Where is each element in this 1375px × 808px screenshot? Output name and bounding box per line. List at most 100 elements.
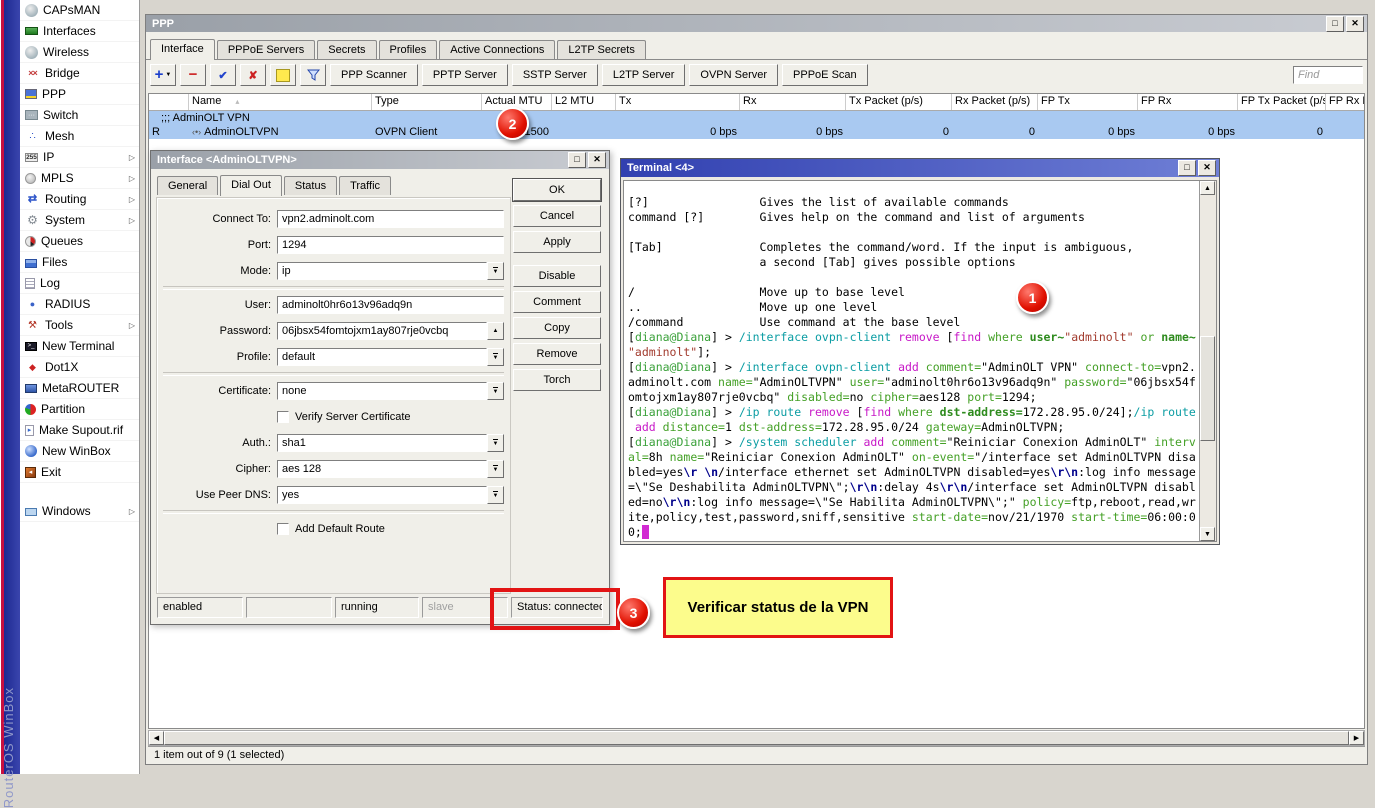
sidebar-item-interfaces[interactable]: Interfaces	[20, 21, 139, 42]
tab-interface[interactable]: Interface	[150, 39, 215, 60]
mode-field[interactable]: ip	[277, 262, 487, 280]
close-icon[interactable]: ✕	[1198, 160, 1216, 176]
horizontal-scrollbar[interactable]: ◀ ▶	[148, 730, 1365, 746]
sidebar-item-ppp[interactable]: PPP	[20, 84, 139, 105]
sidebar-item-radius[interactable]: ●RADIUS	[20, 294, 139, 315]
ovpn-server-button[interactable]: OVPN Server	[689, 64, 778, 86]
profile-field[interactable]: default	[277, 348, 487, 366]
ppp-scanner-button[interactable]: PPP Scanner	[330, 64, 418, 86]
column-header-fp-rx[interactable]: FP Rx	[1138, 94, 1238, 110]
close-icon[interactable]: ✕	[1346, 16, 1364, 32]
tab-active-connections[interactable]: Active Connections	[439, 40, 555, 59]
column-header-tx-packet-p-s[interactable]: Tx Packet (p/s)	[846, 94, 952, 110]
sidebar-item-partition[interactable]: Partition	[20, 399, 139, 420]
column-header-rx-packet-p-s[interactable]: Rx Packet (p/s)	[952, 94, 1038, 110]
sidebar-item-capsman[interactable]: CAPsMAN	[20, 0, 139, 21]
sidebar-item-log[interactable]: Log	[20, 273, 139, 294]
user-field[interactable]: adminolt0hr6o13v96adq9n	[277, 296, 504, 314]
remove-button[interactable]: Remove	[513, 343, 601, 365]
ppp-window-titlebar[interactable]: PPP □ ✕	[146, 15, 1367, 32]
sidebar-item-windows[interactable]: Windows▷	[20, 501, 139, 522]
sidebar-item-mesh[interactable]: ∴Mesh	[20, 126, 139, 147]
find-input[interactable]	[1293, 66, 1363, 84]
profile-dropdown-button[interactable]: ▼	[487, 348, 504, 366]
terminal-body[interactable]: [?] Gives the list of available commands…	[623, 180, 1217, 542]
disable-button[interactable]: ✘	[240, 64, 266, 86]
tab-profiles[interactable]: Profiles	[379, 40, 438, 59]
sidebar-item-queues[interactable]: Queues	[20, 231, 139, 252]
comment-button[interactable]: Comment	[513, 291, 601, 313]
certificate-field[interactable]: none	[277, 382, 487, 400]
scroll-right-icon[interactable]: ▶	[1349, 731, 1364, 745]
maximize-icon[interactable]: □	[1178, 160, 1196, 176]
add-button[interactable]: +▼	[150, 64, 176, 86]
column-header-tx[interactable]: Tx	[616, 94, 740, 110]
dialog-tab-status[interactable]: Status	[284, 176, 337, 195]
scroll-left-icon[interactable]: ◀	[149, 731, 164, 745]
column-header-fp-rx-pa[interactable]: FP Rx Pa	[1326, 94, 1365, 110]
sidebar-item-dot1x[interactable]: ◆Dot1X	[20, 357, 139, 378]
enable-button[interactable]: ✔	[210, 64, 236, 86]
pptp-server-button[interactable]: PPTP Server	[422, 64, 508, 86]
dialog-tab-dial-out[interactable]: Dial Out	[220, 175, 282, 196]
sidebar-item-system[interactable]: ⚙System▷	[20, 210, 139, 231]
connect-to-field[interactable]: vpn2.adminolt.com	[277, 210, 504, 228]
comment-button[interactable]	[270, 64, 296, 86]
tab-l2tp-secrets[interactable]: L2TP Secrets	[557, 40, 645, 59]
filter-button[interactable]	[300, 64, 326, 86]
add-default-route-checkbox[interactable]	[277, 523, 289, 535]
mode-dropdown-button[interactable]: ▼	[487, 262, 504, 280]
column-header-flag[interactable]	[149, 94, 189, 110]
sidebar-item-metarouter[interactable]: MetaROUTER	[20, 378, 139, 399]
column-header-rx[interactable]: Rx	[740, 94, 846, 110]
sidebar-item-wireless[interactable]: Wireless	[20, 42, 139, 63]
torch-button[interactable]: Torch	[513, 369, 601, 391]
sidebar-item-make-supout-rif[interactable]: ▸Make Supout.rif	[20, 420, 139, 441]
column-header-fp-tx[interactable]: FP Tx	[1038, 94, 1138, 110]
vertical-scrollbar[interactable]: ▲ ▼	[1199, 181, 1216, 541]
maximize-icon[interactable]: □	[1326, 16, 1344, 32]
maximize-icon[interactable]: □	[568, 152, 586, 168]
column-header-l2-mtu[interactable]: L2 MTU	[552, 94, 616, 110]
scroll-down-icon[interactable]: ▼	[1200, 527, 1215, 541]
sidebar-item-exit[interactable]: ◂Exit	[20, 462, 139, 483]
certificate-dropdown-button[interactable]: ▼	[487, 382, 504, 400]
sidebar-item-new-terminal[interactable]: >_New Terminal	[20, 336, 139, 357]
terminal-titlebar[interactable]: Terminal <4> □ ✕	[621, 159, 1219, 177]
ok-button[interactable]: OK	[513, 179, 601, 201]
dialog-tab-general[interactable]: General	[157, 176, 218, 195]
use-peer-dns-dropdown-button[interactable]: ▼	[487, 486, 504, 504]
close-icon[interactable]: ✕	[588, 152, 606, 168]
remove-button[interactable]: −	[180, 64, 206, 86]
l2tp-server-button[interactable]: L2TP Server	[602, 64, 686, 86]
sstp-server-button[interactable]: SSTP Server	[512, 64, 598, 86]
scrollbar-thumb[interactable]	[164, 731, 1349, 745]
dialog-tab-traffic[interactable]: Traffic	[339, 176, 391, 195]
column-header-fp-tx-packet-p-s[interactable]: FP Tx Packet (p/s)	[1238, 94, 1326, 110]
tab-pppoe-servers[interactable]: PPPoE Servers	[217, 40, 315, 59]
copy-button[interactable]: Copy	[513, 317, 601, 339]
cipher-field[interactable]: aes 128	[277, 460, 487, 478]
scroll-up-icon[interactable]: ▲	[1200, 181, 1215, 195]
table-row-comment[interactable]: ;;; AdminOLT VPN	[149, 111, 1364, 125]
password-up-button[interactable]: ▲	[487, 322, 504, 340]
auth-dropdown-button[interactable]: ▼	[487, 434, 504, 452]
tab-secrets[interactable]: Secrets	[317, 40, 376, 59]
scrollbar-thumb[interactable]	[1200, 336, 1215, 441]
password-field[interactable]: 06jbsx54fomtojxm1ay807rje0vcbq	[277, 322, 487, 340]
apply-button[interactable]: Apply	[513, 231, 601, 253]
sidebar-item-routing[interactable]: ⇄Routing▷	[20, 189, 139, 210]
sidebar-item-tools[interactable]: ⚒Tools▷	[20, 315, 139, 336]
verify-server-certificate-checkbox[interactable]	[277, 411, 289, 423]
table-row[interactable]: R‹•›AdminOLTVPNOVPN Client15000 bps0 bps…	[149, 125, 1364, 139]
column-header-type[interactable]: Type	[372, 94, 482, 110]
sidebar-item-mpls[interactable]: MPLS▷	[20, 168, 139, 189]
sidebar-item-ip[interactable]: 255IP▷	[20, 147, 139, 168]
auth-field[interactable]: sha1	[277, 434, 487, 452]
sidebar-item-bridge[interactable]: ××Bridge	[20, 63, 139, 84]
column-header-name[interactable]: Name▴	[189, 94, 372, 110]
sidebar-item-files[interactable]: Files	[20, 252, 139, 273]
use-peer-dns-field[interactable]: yes	[277, 486, 487, 504]
sidebar-item-switch[interactable]: ···Switch	[20, 105, 139, 126]
pppoe-scan-button[interactable]: PPPoE Scan	[782, 64, 868, 86]
